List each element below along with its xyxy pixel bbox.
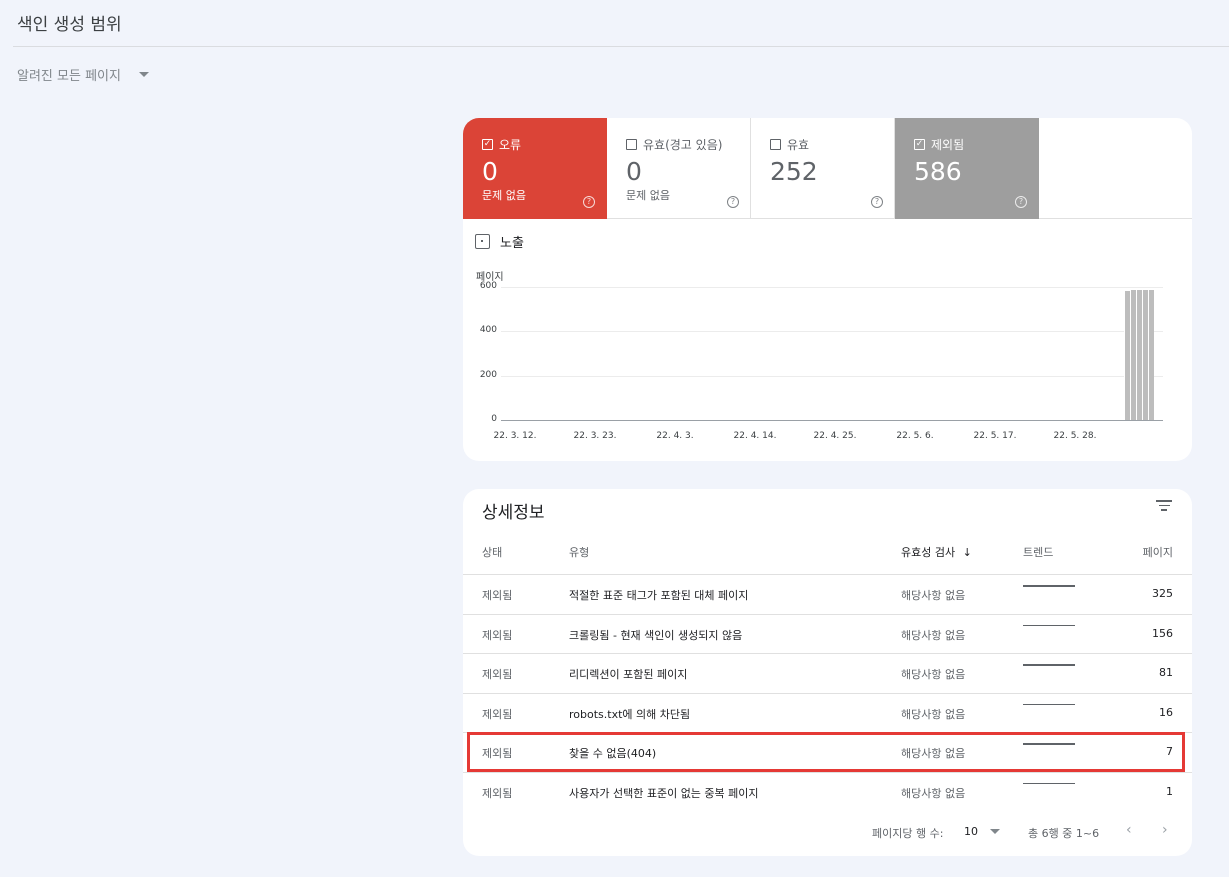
trend-sparkline bbox=[1023, 624, 1075, 626]
tile-label: 유효(경고 있음) bbox=[643, 138, 723, 152]
checkbox-unchecked-icon bbox=[770, 139, 781, 150]
table-row[interactable]: 제외됨 사용자가 선택한 표준이 없는 중복 페이지 해당사항 없음 1 bbox=[463, 771, 1192, 811]
y-tick-label: 400 bbox=[479, 325, 497, 336]
x-tick-label: 22. 4. 25. bbox=[813, 431, 857, 441]
tile-label: 제외됨 bbox=[931, 138, 965, 152]
row-validation: 해당사항 없음 bbox=[901, 707, 966, 721]
row-validation: 해당사항 없음 bbox=[901, 786, 966, 800]
trend-sparkline bbox=[1023, 782, 1075, 784]
row-validation: 해당사항 없음 bbox=[901, 668, 966, 681]
row-status: 제외됨 bbox=[482, 589, 513, 602]
row-type: 적절한 표준 태그가 포함된 대체 페이지 bbox=[569, 589, 749, 602]
x-tick-label: 22. 5. 17. bbox=[973, 431, 1017, 441]
page-title: 색인 생성 범위 bbox=[17, 15, 122, 35]
checkbox-checked-icon: ✓ bbox=[914, 139, 925, 150]
details-card: 상세정보 상태 유형 유효성 검사 ↓ 트렌드 페이지 제외됨 적절한 표준 태그… bbox=[463, 489, 1192, 856]
row-status: 제외됨 bbox=[482, 707, 513, 721]
title-divider bbox=[13, 46, 1229, 47]
next-page-icon[interactable]: › bbox=[1162, 822, 1168, 838]
x-axis-line bbox=[501, 420, 1163, 421]
row-pages: 1 bbox=[1166, 784, 1173, 798]
page-filter-label: 알려진 모든 페이지 bbox=[17, 69, 121, 84]
column-header-validation-label: 유효성 검사 bbox=[901, 546, 956, 559]
grid-line bbox=[501, 375, 1163, 377]
help-icon[interactable]: ? bbox=[727, 196, 739, 208]
column-header-pages[interactable]: 페이지 bbox=[1143, 544, 1173, 560]
table-row[interactable]: 제외됨 robots.txt에 의해 차단됨 해당사항 없음 16 bbox=[463, 692, 1192, 732]
row-type: 크롤링됨 - 현재 색인이 생성되지 않음 bbox=[569, 628, 743, 642]
tile-label: 오류 bbox=[499, 138, 522, 152]
x-tick-label: 22. 4. 14. bbox=[733, 431, 777, 441]
tile-value: 0 bbox=[482, 157, 498, 186]
checkbox-checked-icon: ✓ bbox=[482, 139, 493, 150]
grid-line bbox=[501, 331, 1163, 333]
rows-per-page-select[interactable]: 10 bbox=[964, 825, 1000, 838]
y-tick-label: 200 bbox=[479, 369, 497, 380]
x-tick-label: 22. 3. 12. bbox=[493, 431, 537, 441]
row-type: robots.txt에 의해 차단됨 bbox=[569, 707, 691, 721]
x-tick-label: 22. 3. 23. bbox=[573, 431, 617, 441]
pagination-range: 총 6행 중 1~6 bbox=[1028, 827, 1100, 840]
tile-value: 0 bbox=[626, 157, 642, 186]
trend-sparkline bbox=[1023, 585, 1075, 587]
row-type: 사용자가 선택한 표준이 없는 중복 페이지 bbox=[569, 786, 759, 800]
help-icon[interactable]: ? bbox=[871, 196, 883, 208]
chevron-down-icon bbox=[138, 72, 149, 77]
column-header-trend[interactable]: 트렌드 bbox=[1023, 544, 1053, 560]
impressions-label: 노출 bbox=[500, 236, 524, 251]
y-tick-label: 600 bbox=[479, 281, 497, 291]
row-pages: 325 bbox=[1152, 587, 1173, 600]
x-tick-label: 22. 4. 3. bbox=[656, 431, 694, 441]
page-filter-dropdown[interactable]: 알려진 모든 페이지 bbox=[17, 65, 149, 84]
x-tick-label: 22. 5. 28. bbox=[1053, 431, 1097, 441]
help-icon[interactable]: ? bbox=[583, 196, 595, 208]
details-title: 상세정보 bbox=[482, 503, 545, 523]
row-pages: 16 bbox=[1159, 705, 1173, 719]
column-header-validation[interactable]: 유효성 검사 ↓ bbox=[901, 544, 972, 560]
checkbox-icon bbox=[475, 234, 490, 249]
tile-valid-warning[interactable]: 유효(경고 있음) 0 문제 없음 ? bbox=[607, 118, 751, 219]
tile-valid[interactable]: 유효 252 ? bbox=[751, 118, 895, 219]
impressions-toggle[interactable]: 노출 bbox=[475, 232, 524, 251]
grid-line bbox=[501, 287, 1163, 288]
tile-label: 유효 bbox=[787, 138, 810, 152]
row-validation: 해당사항 없음 bbox=[901, 628, 966, 642]
trend-sparkline bbox=[1023, 664, 1075, 666]
row-type: 리디렉션이 포함된 페이지 bbox=[569, 668, 688, 681]
tile-value: 252 bbox=[770, 157, 818, 186]
trend-sparkline bbox=[1023, 703, 1075, 705]
tile-value: 586 bbox=[914, 157, 962, 186]
highlight-box bbox=[467, 732, 1185, 772]
coverage-chart-card: ✓ 오류 0 문제 없음 ? 유효(경고 있음) 0 문제 없음 ? 유효 252… bbox=[463, 118, 1192, 461]
status-tiles: ✓ 오류 0 문제 없음 ? 유효(경고 있음) 0 문제 없음 ? 유효 252… bbox=[463, 118, 1192, 219]
chart-bar[interactable] bbox=[1148, 290, 1154, 420]
checkbox-unchecked-icon bbox=[626, 139, 637, 150]
rows-per-page-label: 페이지당 행 수: bbox=[872, 827, 944, 840]
column-header-status[interactable]: 상태 bbox=[482, 544, 502, 560]
table-row[interactable]: 제외됨 크롤링됨 - 현재 색인이 생성되지 않음 해당사항 없음 156 bbox=[463, 613, 1192, 653]
tile-error[interactable]: ✓ 오류 0 문제 없음 ? bbox=[463, 118, 607, 219]
table-row[interactable]: 제외됨 적절한 표준 태그가 포함된 대체 페이지 해당사항 없음 325 bbox=[463, 574, 1192, 613]
tile-spacer bbox=[1039, 118, 1192, 219]
filter-icon[interactable] bbox=[1156, 500, 1172, 512]
row-pages: 156 bbox=[1152, 626, 1173, 640]
row-status: 제외됨 bbox=[482, 628, 513, 642]
table-row[interactable]: 제외됨 리디렉션이 포함된 페이지 해당사항 없음 81 bbox=[463, 653, 1192, 692]
rows-per-page-value: 10 bbox=[964, 825, 978, 838]
help-icon[interactable]: ? bbox=[1015, 196, 1027, 208]
tile-excluded[interactable]: ✓ 제외됨 586 ? bbox=[895, 118, 1039, 219]
row-pages: 81 bbox=[1159, 666, 1173, 679]
row-validation: 해당사항 없음 bbox=[901, 589, 966, 602]
x-tick-label: 22. 5. 6. bbox=[896, 431, 934, 441]
row-status: 제외됨 bbox=[482, 668, 513, 681]
arrow-down-icon: ↓ bbox=[962, 546, 972, 559]
previous-page-icon[interactable]: ‹ bbox=[1126, 822, 1132, 838]
y-tick-label: 0 bbox=[491, 414, 497, 424]
column-header-type[interactable]: 유형 bbox=[569, 544, 589, 560]
chevron-down-icon bbox=[990, 829, 1000, 834]
row-status: 제외됨 bbox=[482, 786, 513, 800]
